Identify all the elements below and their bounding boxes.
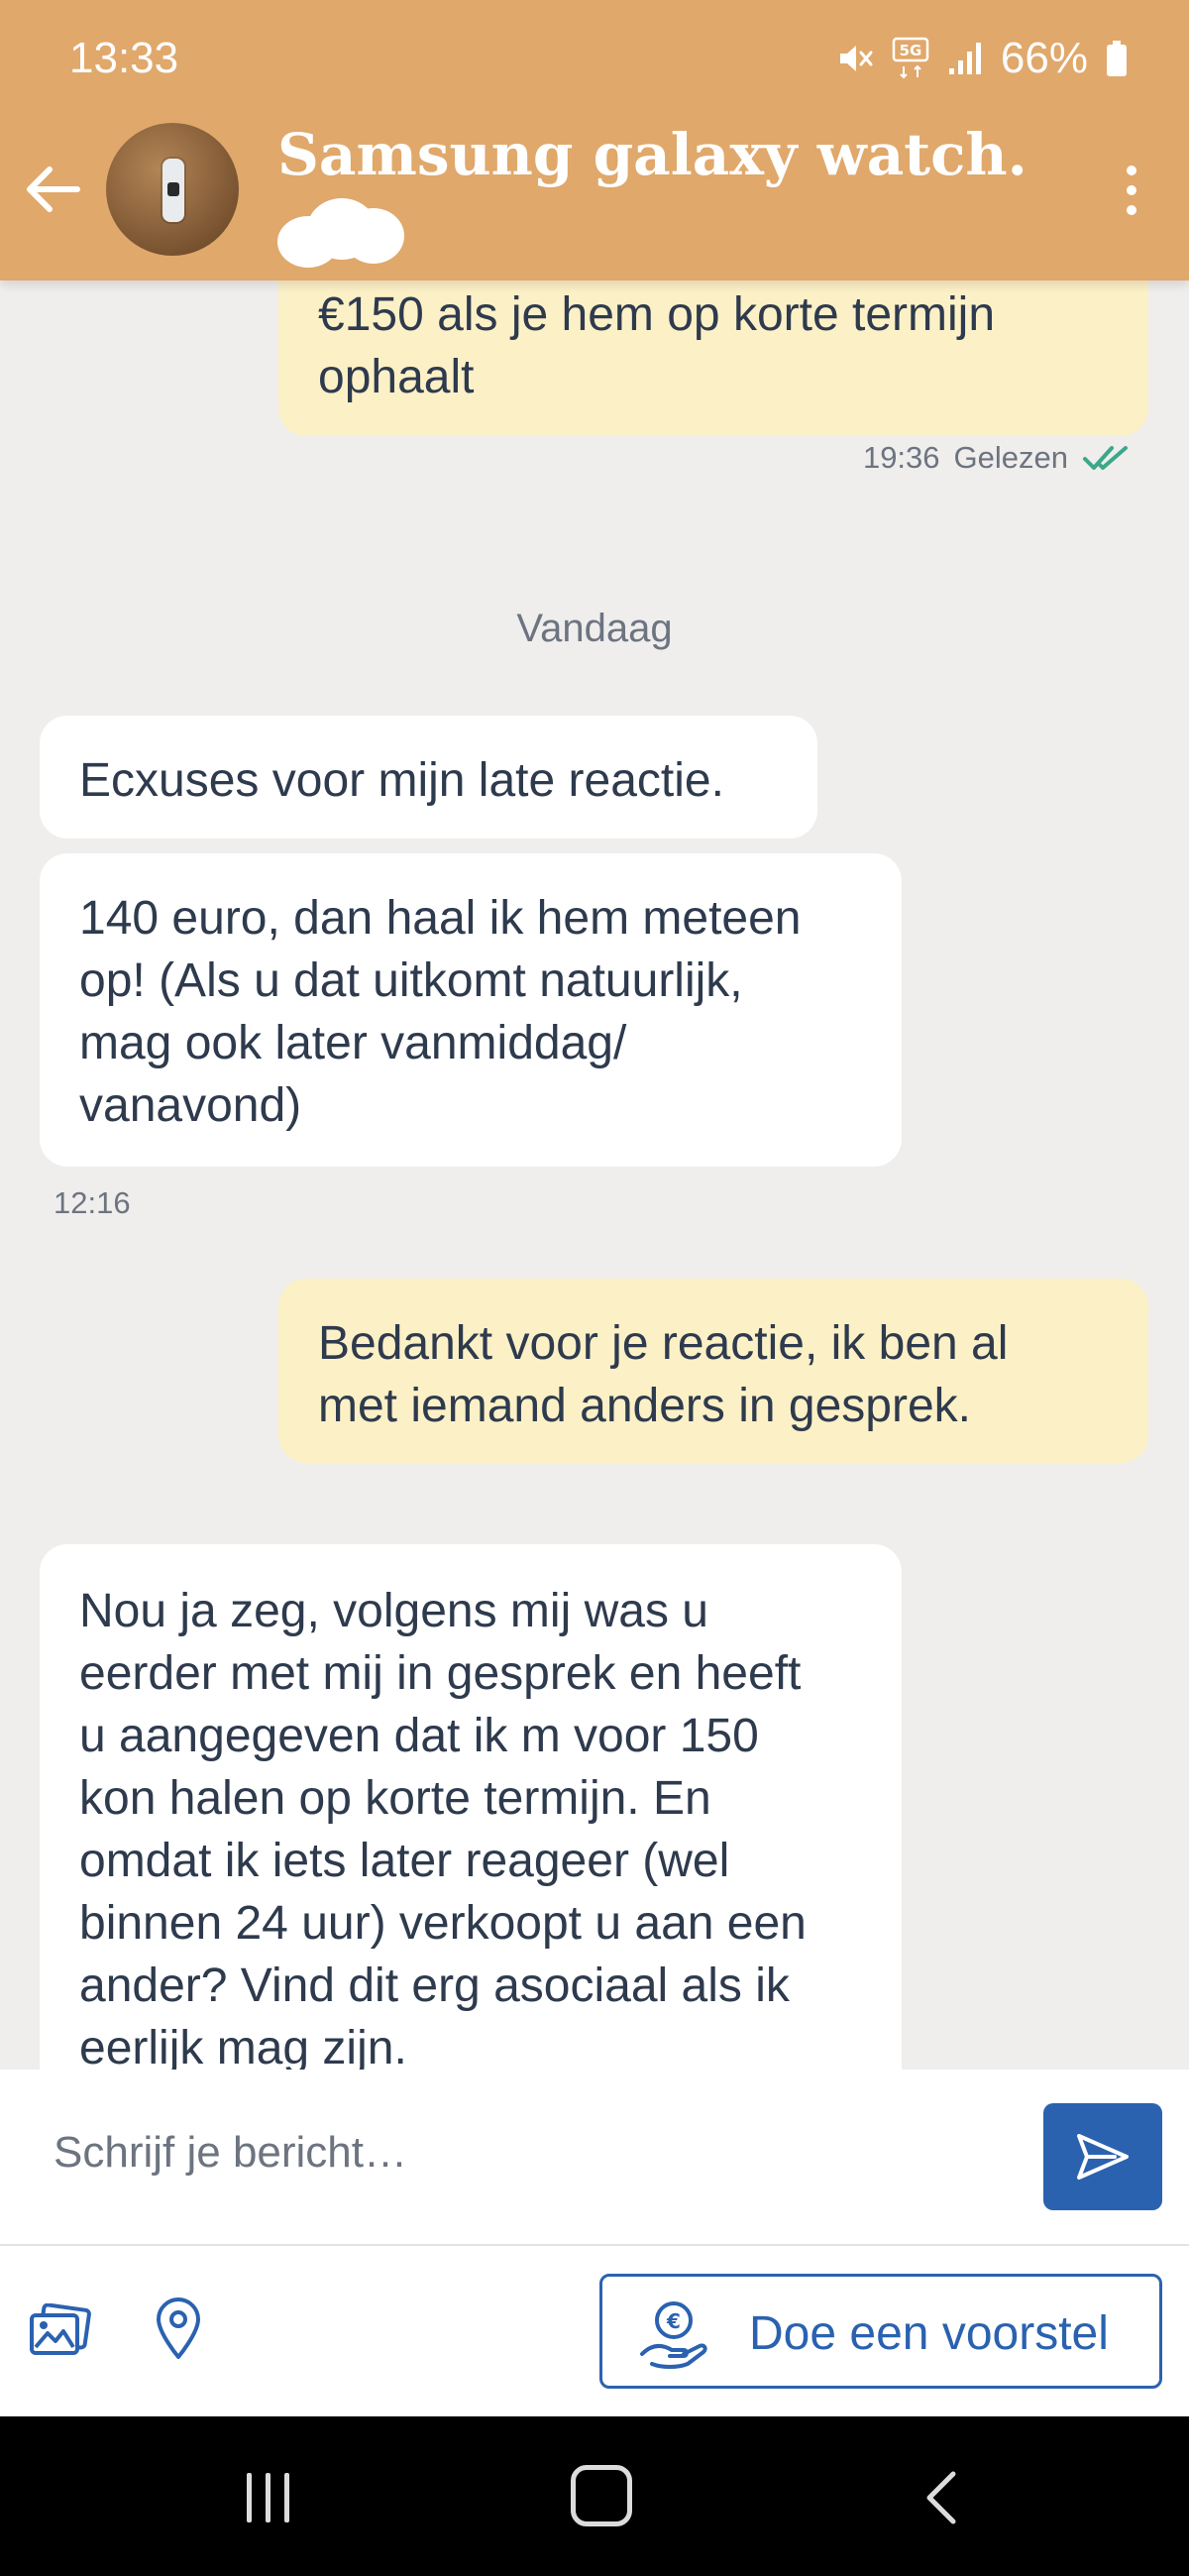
bar xyxy=(246,2473,252,2522)
avatar[interactable] xyxy=(106,123,239,256)
dot xyxy=(1127,205,1136,215)
battery-icon xyxy=(1107,41,1127,76)
signal-icon xyxy=(948,43,981,74)
system-nav-bar xyxy=(0,2416,1189,2576)
dot xyxy=(1127,166,1136,175)
message-incoming: Ecxuses voor mijn late reactie. xyxy=(40,716,817,839)
make-offer-button[interactable]: € Doe een voorstel xyxy=(599,2274,1162,2389)
location-pin-icon xyxy=(157,2297,200,2359)
bar xyxy=(283,2473,289,2522)
message-incoming: 140 euro, dan haal ik hem meteen op! (Al… xyxy=(40,853,902,1167)
redacted-username xyxy=(277,198,406,268)
action-bar: € Doe een voorstel xyxy=(0,2246,1189,2416)
mute-icon xyxy=(839,46,873,71)
message-incoming: Nou ja zeg, volgens mij was u eerder met… xyxy=(40,1544,902,2070)
chat-area[interactable]: €150 als je hem op korte termijn ophaalt… xyxy=(0,0,1189,2070)
send-button[interactable] xyxy=(1043,2103,1162,2210)
dot xyxy=(1127,185,1136,195)
double-check-icon xyxy=(1083,446,1128,470)
euro-hand-icon: € xyxy=(640,2301,707,2369)
recent-apps-button[interactable] xyxy=(234,2468,301,2527)
gallery-button[interactable] xyxy=(24,2296,95,2367)
message-composer xyxy=(0,2070,1189,2246)
watch-image xyxy=(162,159,184,222)
home-button[interactable] xyxy=(571,2465,632,2526)
svg-text:€: € xyxy=(666,2309,681,2333)
location-button[interactable] xyxy=(143,2290,214,2369)
message-outgoing: Bedankt voor je reactie, ik ben al met i… xyxy=(278,1279,1148,1463)
message-time: 19:36 xyxy=(862,440,940,475)
more-options-button[interactable] xyxy=(1104,155,1159,226)
status-time: 13:33 xyxy=(69,34,179,82)
back-button[interactable] xyxy=(22,159,83,220)
message-input[interactable] xyxy=(52,2127,947,2179)
status-icons: 5G 66% xyxy=(834,34,1128,83)
chat-title[interactable]: Samsung galaxy watch… xyxy=(277,121,1030,188)
5g-icon: 5G xyxy=(892,37,929,79)
chevron-left-icon xyxy=(926,2471,956,2524)
battery-level: 66% xyxy=(1000,34,1088,82)
chat-header: 13:33 5G 66% Samsung galaxy watch… xyxy=(0,0,1189,280)
send-icon xyxy=(1077,2134,1129,2180)
svg-text:5G: 5G xyxy=(900,42,922,59)
day-separator: Vandaag xyxy=(516,607,673,650)
arrow-left-icon xyxy=(27,167,80,212)
read-status: Gelezen xyxy=(953,440,1068,475)
gallery-icon xyxy=(30,2303,91,2355)
read-receipt: 19:36 Gelezen xyxy=(863,440,1132,476)
message-time: 12:16 xyxy=(54,1185,131,1220)
make-offer-label: Doe een voorstel xyxy=(749,2307,1109,2360)
system-back-button[interactable] xyxy=(910,2468,969,2527)
bar xyxy=(265,2473,270,2522)
